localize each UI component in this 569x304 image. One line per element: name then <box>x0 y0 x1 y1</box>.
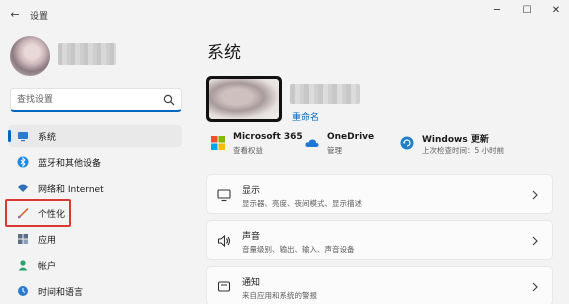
service-windows-update[interactable]: Windows 更新 上次检查时间：5 小时前 <box>400 132 510 158</box>
service-name: Microsoft 365 <box>233 132 303 142</box>
sidebar-item-apps[interactable]: 应用 <box>8 228 182 250</box>
back-arrow-icon[interactable]: ← <box>8 8 22 22</box>
sidebar-item-accounts[interactable]: 帐户 <box>8 254 182 276</box>
account-name-blurred <box>58 43 116 65</box>
card-notifications[interactable]: 通知 来自应用和系统的警报 <box>206 266 553 304</box>
sidebar-item-personalization[interactable]: 个性化 <box>8 202 182 224</box>
chevron-right-icon <box>532 190 538 200</box>
wallpaper-preview <box>209 79 279 119</box>
microsoft-icon <box>211 136 225 150</box>
title-bar: ← 设置 ─ ☐ ✕ <box>0 0 569 30</box>
chevron-right-icon <box>532 236 538 246</box>
card-desc: 音量级别、输出、输入、声音设备 <box>242 245 355 254</box>
sidebar-item-network[interactable]: 网络和 Internet <box>8 177 182 199</box>
sidebar-item-label: 应用 <box>38 236 57 246</box>
card-sound[interactable]: 声音 音量级别、输出、输入、声音设备 <box>206 220 553 260</box>
maximize-button[interactable]: ☐ <box>518 2 536 20</box>
settings-window: ← 设置 ─ ☐ ✕ 系统 蓝牙和其他设备 网络和 Internet <box>0 0 569 304</box>
device-name-blurred <box>290 84 360 104</box>
device-thumbnail <box>206 76 282 122</box>
service-onedrive[interactable]: OneDrive 管理 <box>305 132 385 158</box>
bluetooth-icon <box>17 156 29 168</box>
notification-icon <box>217 281 231 292</box>
app-title: 设置 <box>30 12 49 22</box>
card-desc: 显示器、亮度、夜间模式、显示描述 <box>242 199 362 208</box>
rename-link[interactable]: 重命名 <box>292 110 319 123</box>
sound-icon <box>217 234 231 248</box>
sidebar-item-label: 系统 <box>38 133 57 143</box>
service-name: OneDrive <box>327 132 375 142</box>
active-indicator <box>8 130 11 142</box>
search-input[interactable] <box>17 93 157 107</box>
system-icon <box>18 132 28 142</box>
sidebar-item-system[interactable]: 系统 <box>8 125 182 147</box>
sidebar-item-label: 帐户 <box>38 262 57 272</box>
service-microsoft-365[interactable]: Microsoft 365 查看权益 <box>211 132 303 158</box>
account-icon <box>18 260 28 271</box>
minimize-button[interactable]: ─ <box>488 2 506 20</box>
card-desc: 来自应用和系统的警报 <box>242 291 317 300</box>
apps-icon <box>18 234 28 244</box>
sidebar-item-label: 蓝牙和其他设备 <box>38 159 102 169</box>
service-desc: 管理 <box>327 146 342 155</box>
service-desc: 上次检查时间：5 小时前 <box>422 146 505 155</box>
avatar[interactable] <box>10 36 50 76</box>
sidebar-item-label: 网络和 Internet <box>38 185 104 195</box>
wifi-icon <box>18 184 28 192</box>
time-language-icon <box>18 286 28 296</box>
card-title: 显示 <box>242 186 261 196</box>
service-name: Windows 更新 <box>422 135 489 145</box>
sidebar-item-label: 时间和语言 <box>38 288 84 298</box>
cloud-icon <box>305 139 319 147</box>
card-display[interactable]: 显示 显示器、亮度、夜间模式、显示描述 <box>206 174 553 214</box>
display-icon <box>217 189 231 202</box>
search-icon[interactable] <box>163 94 175 106</box>
search-box[interactable] <box>10 88 182 112</box>
card-title: 声音 <box>242 232 261 242</box>
update-icon <box>400 136 414 150</box>
chevron-right-icon <box>532 282 538 292</box>
close-button[interactable]: ✕ <box>547 2 565 20</box>
sidebar-item-time-language[interactable]: 时间和语言 <box>8 280 182 302</box>
card-title: 通知 <box>242 278 261 288</box>
page-title: 系统 <box>207 43 241 63</box>
sidebar-item-bluetooth[interactable]: 蓝牙和其他设备 <box>8 151 182 173</box>
sidebar-item-label: 个性化 <box>38 210 66 220</box>
service-desc: 查看权益 <box>233 146 263 155</box>
brush-icon <box>18 208 29 219</box>
